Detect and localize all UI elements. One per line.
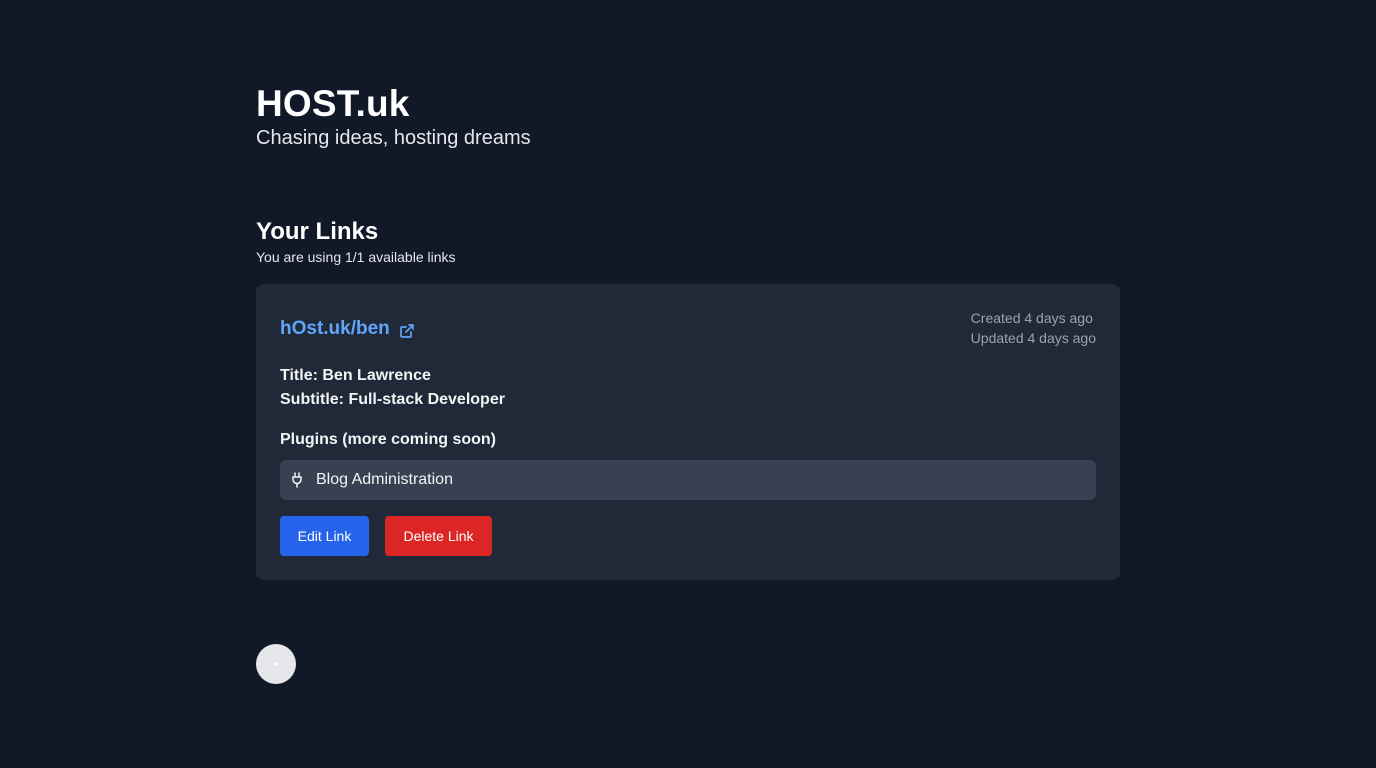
link-subtitle-line: Subtitle: Full-stack Developer [280,391,505,408]
avatar[interactable] [256,644,296,684]
links-section-title: Your Links [256,218,379,245]
external-link-icon[interactable] [399,323,415,339]
link-timestamps: Created 4 days ago Updated 4 days ago [971,308,1096,348]
link-card: hOst.uk/ben Created 4 days ago Updated 4… [256,284,1120,580]
plugins-heading: Plugins (more coming soon) [280,431,497,448]
edit-link-button[interactable]: Edit Link [280,516,369,556]
site-subtitle: Chasing ideas, hosting dreams [256,127,531,149]
avatar-dot [274,662,278,666]
plugin-item-blog-administration[interactable]: Blog Administration [280,460,1096,500]
site-title: HOST.uk [256,83,410,124]
delete-link-button[interactable]: Delete Link [385,516,492,556]
plug-icon [290,472,304,488]
link-url[interactable]: hOst.uk/ben [280,317,415,341]
link-url-text: hOst.uk/ben [280,318,390,339]
created-timestamp: Created 4 days ago [970,310,1093,326]
link-title-line: Title: Ben Lawrence [280,367,431,384]
links-usage-text: You are using 1/1 available links [256,249,456,265]
updated-timestamp: Updated 4 days ago [970,330,1096,346]
plugin-name: Blog Administration [316,471,453,488]
